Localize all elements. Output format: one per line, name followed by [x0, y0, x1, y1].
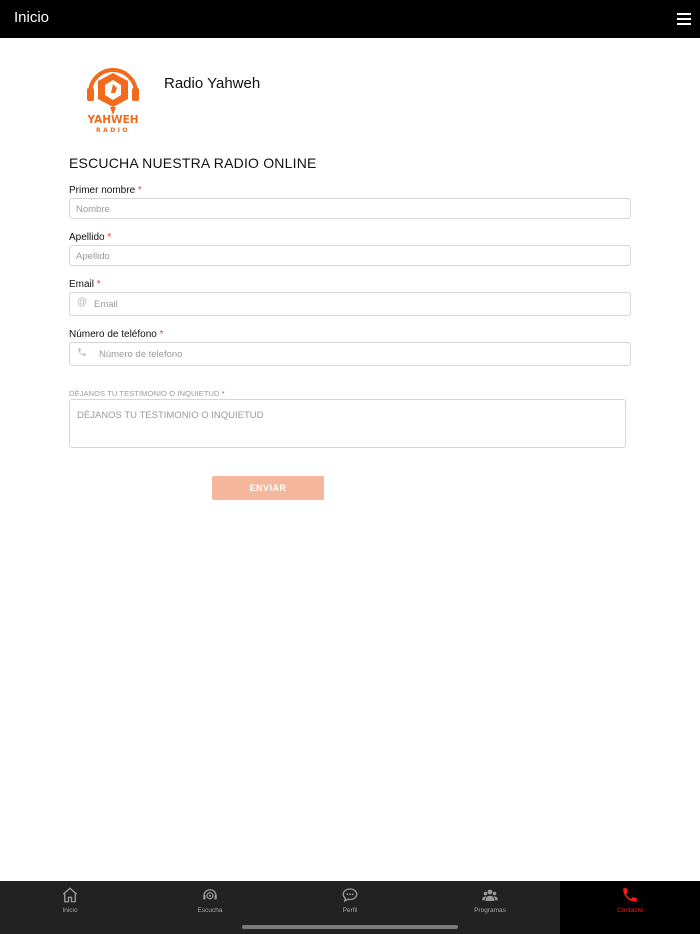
- page-title: Inicio: [14, 9, 50, 26]
- hamburger-menu-icon[interactable]: [677, 13, 691, 25]
- first-name-label: Primer nombre *: [69, 185, 142, 196]
- message-textarea[interactable]: DÉJANOS TU TESTIMONIO O INQUIETUD: [69, 399, 626, 448]
- home-indicator[interactable]: [242, 925, 458, 929]
- send-button[interactable]: ENVIAR: [212, 476, 324, 500]
- chat-bubble-icon: [342, 888, 358, 903]
- email-label: Email *: [69, 279, 101, 290]
- phone-icon: [623, 888, 637, 902]
- radio-headset-icon: [203, 889, 217, 900]
- tab-label: Programas: [474, 907, 506, 914]
- last-name-field[interactable]: Apellido: [69, 245, 631, 266]
- radio-yahweh-logo: YAHWEH RADIO: [84, 62, 142, 134]
- first-name-placeholder: Nombre: [76, 204, 110, 215]
- email-field[interactable]: @ Email: [69, 292, 631, 316]
- tab-label: Contacto: [616, 907, 644, 914]
- logo-text-bottom: RADIO: [96, 127, 130, 134]
- top-bar: Inicio: [0, 0, 700, 38]
- group-icon: [482, 889, 498, 901]
- logo-text-top: YAHWEH: [86, 114, 138, 126]
- phone-icon: [77, 347, 87, 360]
- phone-field[interactable]: Número de telefono: [69, 342, 631, 366]
- phone-label: Número de teléfono *: [69, 329, 164, 340]
- section-title: ESCUCHA NUESTRA RADIO ONLINE: [69, 155, 317, 171]
- first-name-field[interactable]: Nombre: [69, 198, 631, 219]
- tab-label: Perfil: [342, 907, 358, 914]
- brand-name: Radio Yahweh: [164, 75, 261, 92]
- phone-placeholder: Número de telefono: [99, 349, 183, 360]
- tab-label: Inicio: [62, 907, 78, 914]
- email-placeholder: Email: [94, 299, 118, 310]
- tab-label: Escucha: [197, 907, 223, 914]
- tab-contacto[interactable]: Contacto: [560, 881, 700, 934]
- home-icon: [62, 887, 78, 903]
- tab-inicio[interactable]: Inicio: [0, 881, 140, 934]
- message-label: DÉJANOS TU TESTIMONIO O INQUIETUD *: [69, 389, 225, 398]
- last-name-label: Apellido *: [69, 232, 112, 243]
- last-name-placeholder: Apellido: [76, 251, 110, 262]
- message-placeholder: DÉJANOS TU TESTIMONIO O INQUIETUD: [77, 410, 264, 421]
- at-icon: @: [77, 297, 88, 308]
